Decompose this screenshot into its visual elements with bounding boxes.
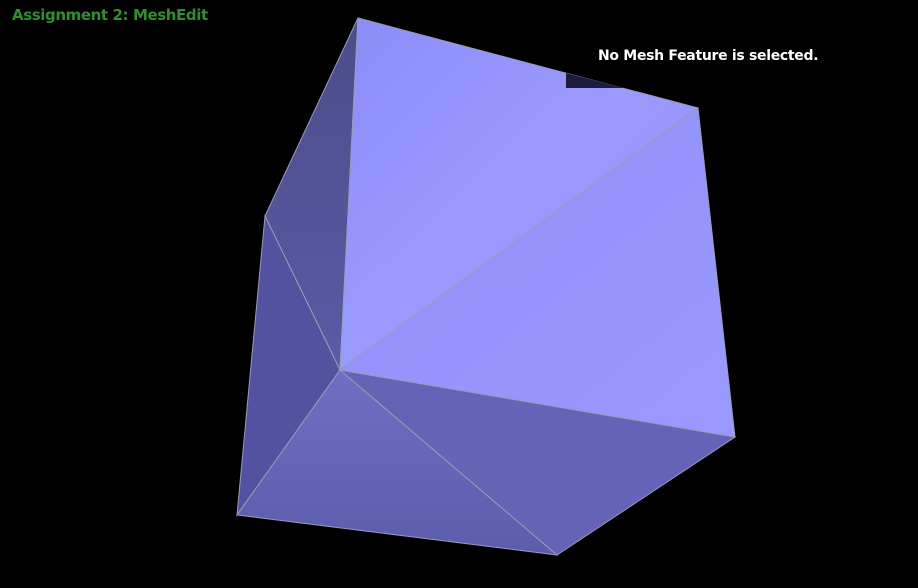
mesh-viewport[interactable]: Assignment 2: MeshEdit No Mesh Feature i… [0, 0, 918, 588]
mesh-canvas[interactable] [0, 0, 918, 588]
selection-status-text: No Mesh Feature is selected. [598, 48, 819, 64]
app-title: Assignment 2: MeshEdit [12, 6, 208, 24]
